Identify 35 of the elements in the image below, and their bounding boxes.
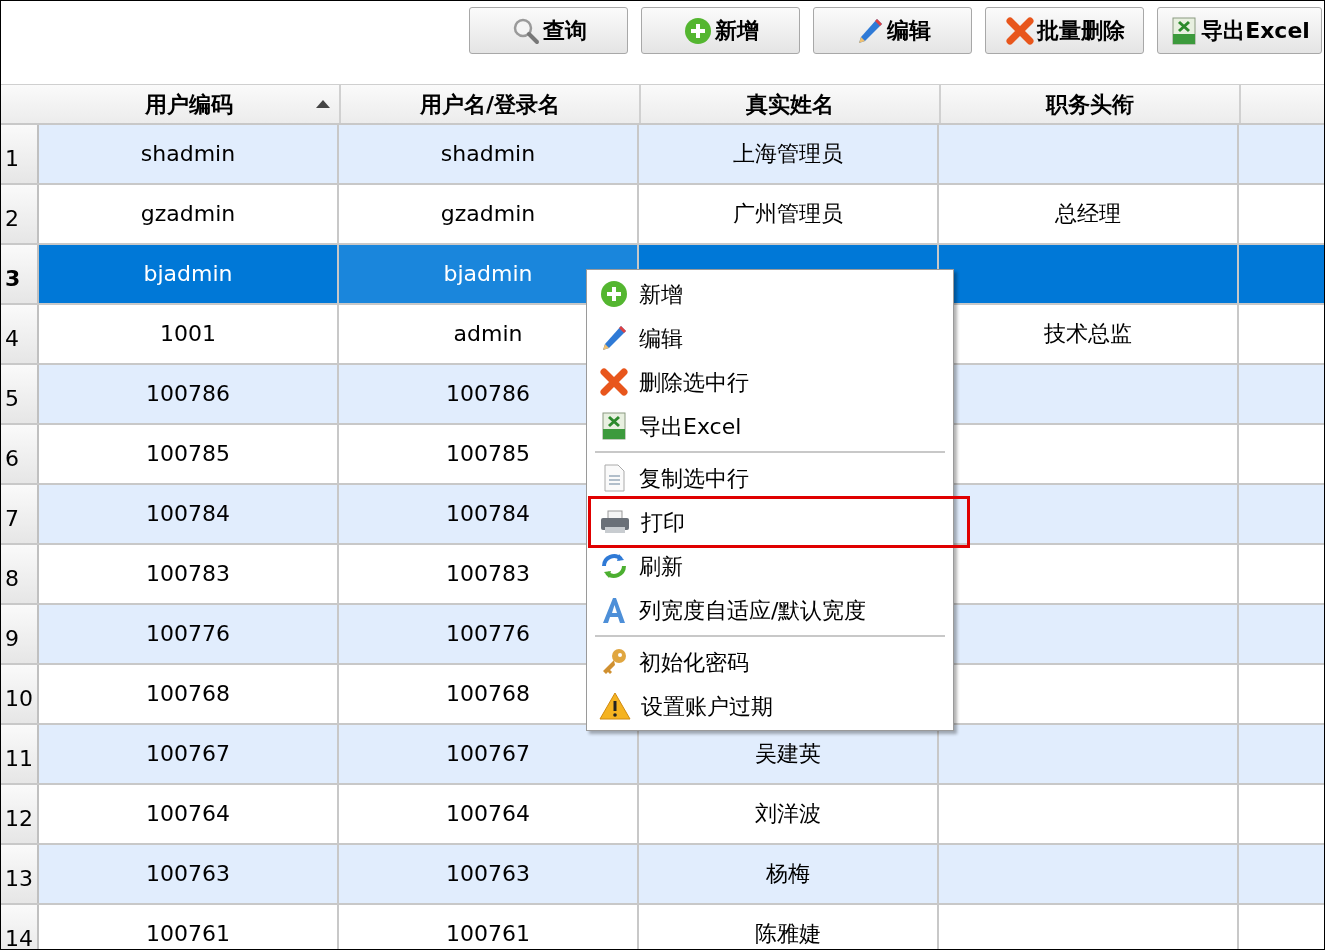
row-number[interactable]: 14 [1, 905, 39, 949]
row-number[interactable]: 9 [1, 605, 39, 663]
table-cell: 100767 [39, 725, 339, 783]
row-number[interactable]: 1 [1, 125, 39, 183]
row-number[interactable]: 12 [1, 785, 39, 843]
table-cell: 100763 [39, 845, 339, 903]
row-number[interactable]: 4 [1, 305, 39, 363]
row-number[interactable]: 10 [1, 665, 39, 723]
row-number[interactable]: 6 [1, 425, 39, 483]
row-number[interactable]: 3 [1, 245, 39, 303]
table-cell: 杨梅 [639, 845, 939, 903]
column-header[interactable]: 真实姓名 [641, 85, 941, 123]
column-header[interactable]: 用户编码 [39, 85, 341, 123]
toolbar-button[interactable]: 批量删除 [985, 7, 1144, 54]
toolbar-button[interactable]: 查询 [469, 7, 628, 54]
table-cell: 100786 [39, 365, 339, 423]
row-number[interactable]: 8 [1, 545, 39, 603]
row-number[interactable]: 7 [1, 485, 39, 543]
table-cell: 100763 [339, 845, 639, 903]
column-header[interactable]: 职务头衔 [941, 85, 1241, 123]
row-number[interactable]: 5 [1, 365, 39, 423]
row-number[interactable]: 11 [1, 725, 39, 783]
table-cell: shadmin [339, 125, 639, 183]
table-cell: shadmin [39, 125, 339, 183]
table-cell: bjadmin [39, 245, 339, 303]
column-header[interactable]: 用户名/登录名 [341, 85, 641, 123]
table-cell: 100784 [39, 485, 339, 543]
table-cell: 上海管理员 [639, 125, 939, 183]
toolbar-button[interactable]: 编辑 [813, 7, 972, 54]
row-number[interactable]: 2 [1, 185, 39, 243]
toolbar-button[interactable]: 新增 [641, 7, 800, 54]
toolbar-button[interactable]: 导出Excel [1157, 7, 1322, 54]
table-cell: 100776 [39, 605, 339, 663]
table-cell: 100767 [339, 725, 639, 783]
row-number[interactable]: 13 [1, 845, 39, 903]
